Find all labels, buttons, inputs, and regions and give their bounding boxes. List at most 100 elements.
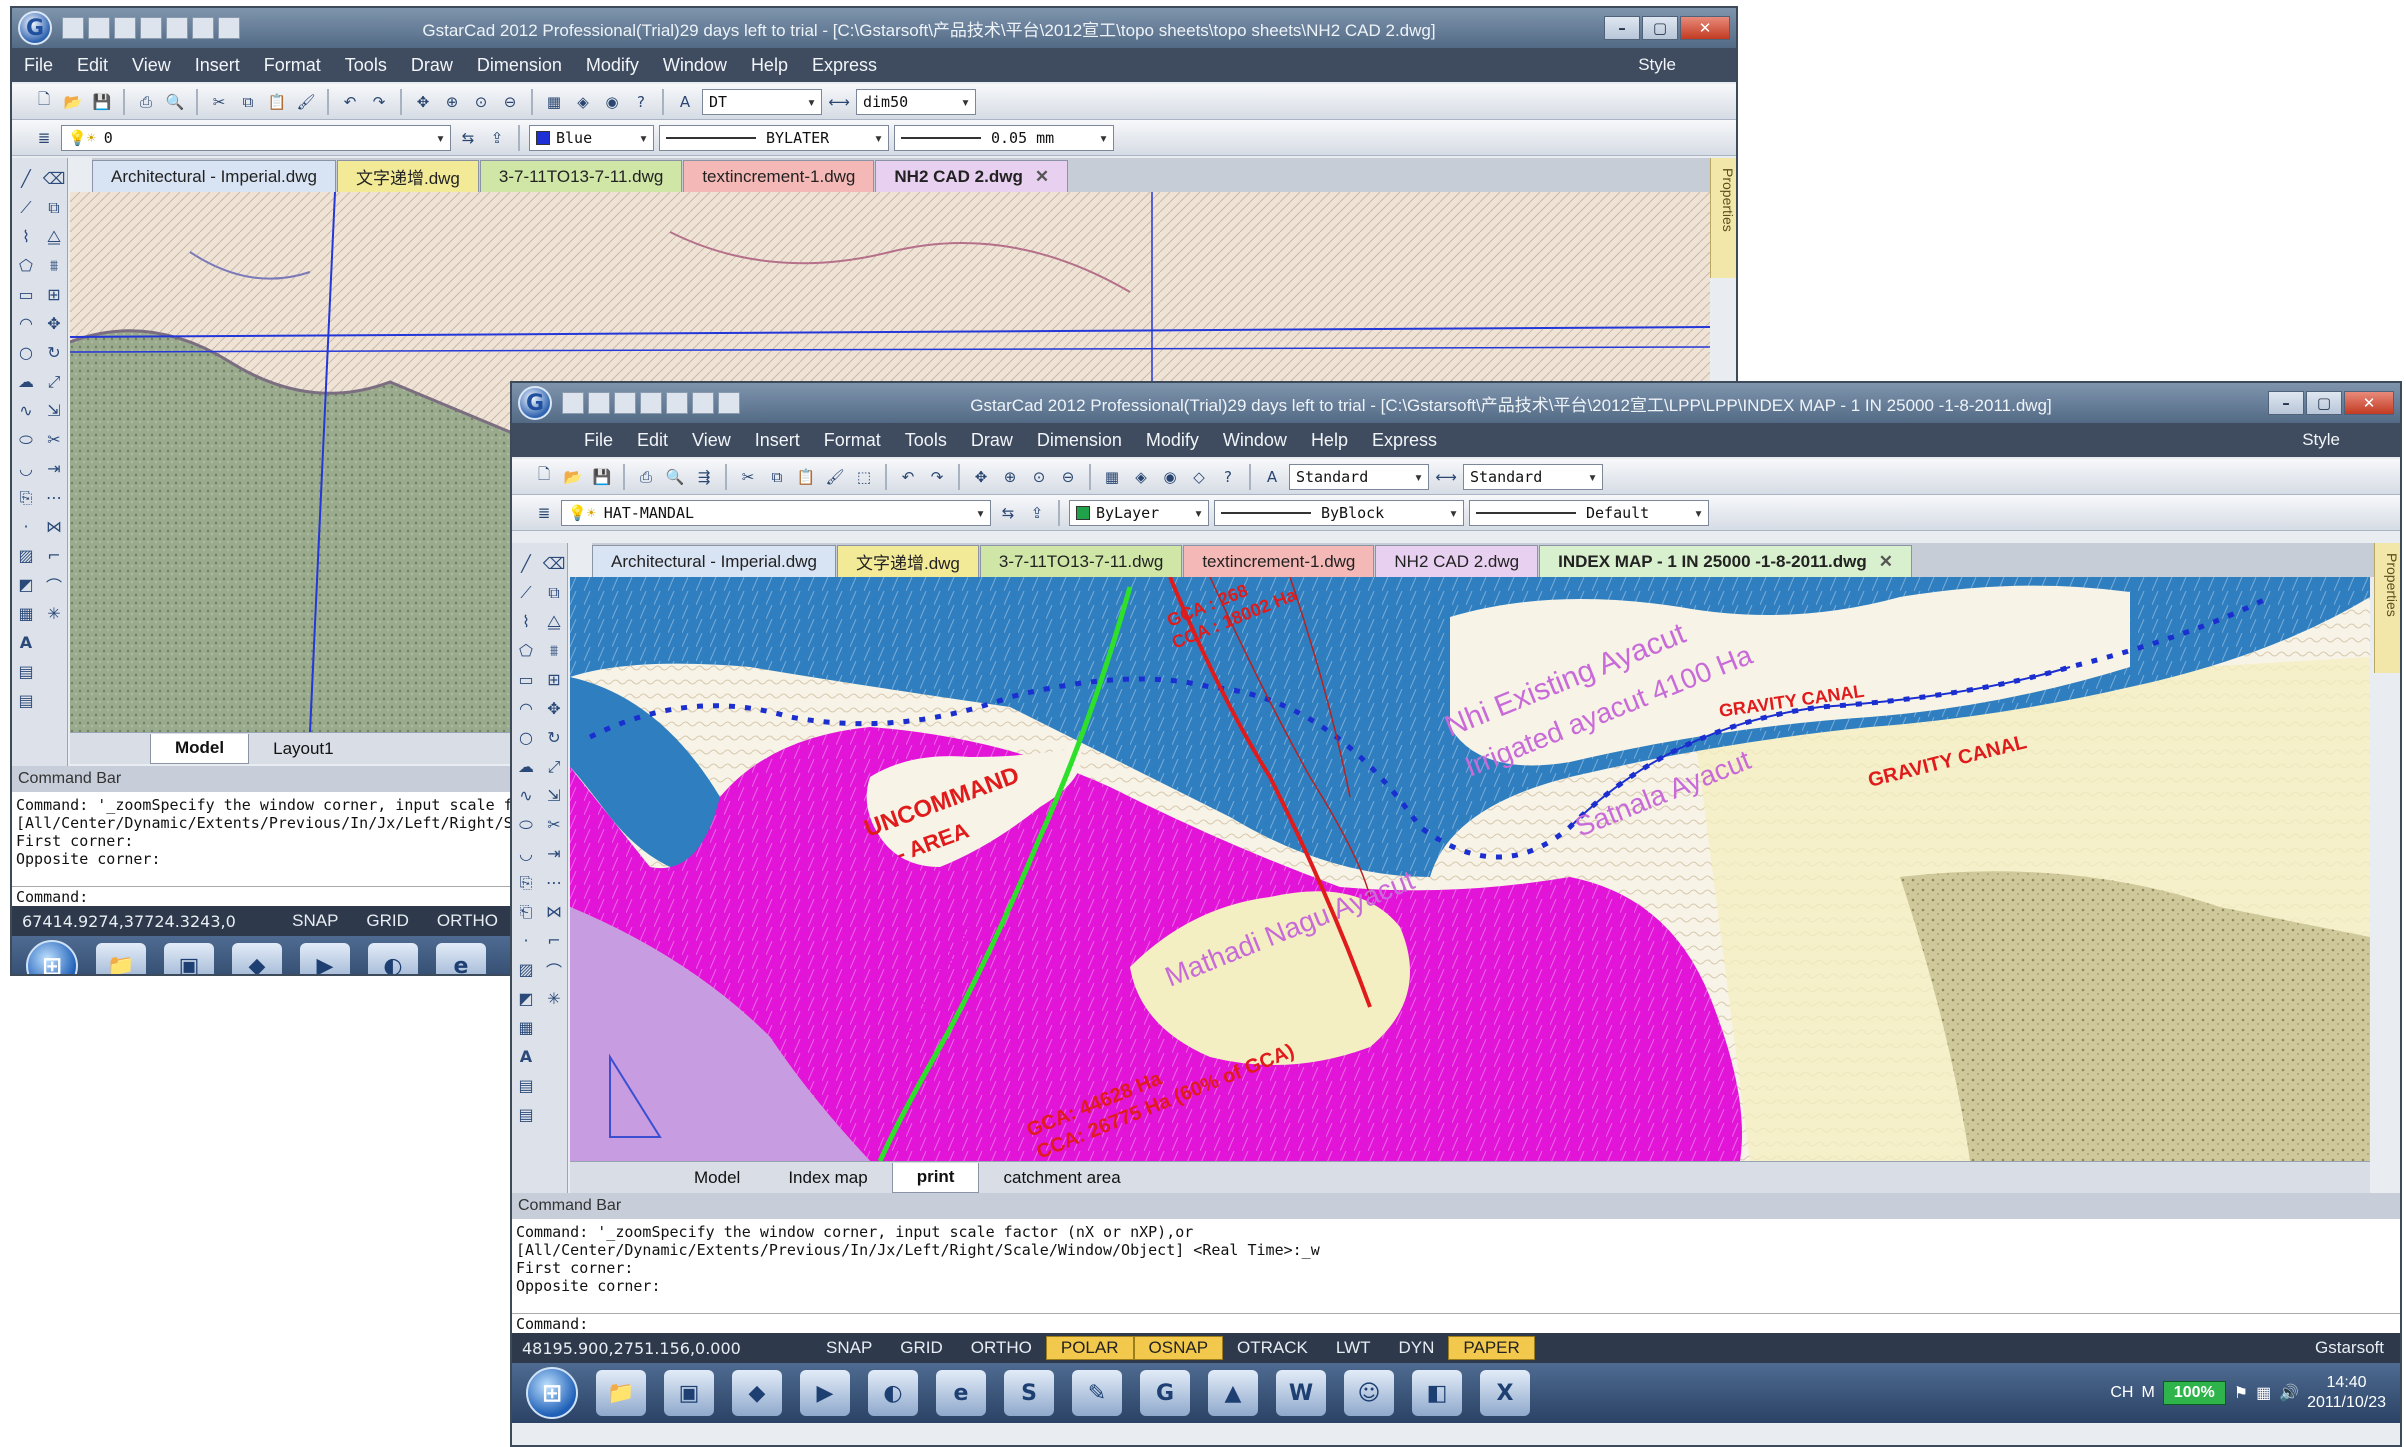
menu-window[interactable]: Window xyxy=(651,55,739,76)
new-icon[interactable]: 🗋 xyxy=(532,465,556,489)
layer-manager-icon[interactable]: ≣ xyxy=(32,126,56,150)
menu-dimension[interactable]: Dimension xyxy=(1025,430,1134,451)
design-center-icon[interactable]: ◈ xyxy=(571,90,595,114)
mirror-icon[interactable]: ⧋ xyxy=(47,227,61,247)
save-icon[interactable]: 💾 xyxy=(90,90,114,114)
save-icon[interactable] xyxy=(114,17,136,39)
polygon-icon[interactable]: ⬠ xyxy=(19,256,33,275)
xline-icon[interactable]: ⟋ xyxy=(520,583,531,603)
insert-block-icon[interactable]: ⎘ xyxy=(20,488,33,508)
excel-icon[interactable]: X xyxy=(1480,1370,1530,1416)
app-icon[interactable]: ▣ xyxy=(664,1370,714,1416)
saveas-icon[interactable] xyxy=(140,17,162,39)
design-center-icon[interactable]: ◈ xyxy=(1129,465,1153,489)
insert-block-icon[interactable]: ⎘ xyxy=(520,873,533,893)
rotate-icon[interactable]: ↻ xyxy=(47,343,60,362)
trim-icon[interactable]: ✂ xyxy=(547,815,560,834)
media-icon[interactable]: ▶ xyxy=(300,943,350,974)
stretch-icon[interactable]: ⇲ xyxy=(547,786,560,805)
back-properties-panel[interactable]: Properties xyxy=(1710,158,1736,278)
menu-modify[interactable]: Modify xyxy=(574,55,651,76)
gstarcad-logo-icon[interactable]: G xyxy=(518,386,552,420)
region-icon[interactable]: ◩ xyxy=(18,575,33,594)
mtext-icon[interactable]: A xyxy=(20,633,32,652)
lineweight-dropdown[interactable]: Default xyxy=(1469,499,1709,526)
print-icon[interactable] xyxy=(666,392,688,414)
line-icon[interactable]: ╱ xyxy=(21,169,31,188)
extend-icon[interactable]: ⇥ xyxy=(47,459,60,478)
snap-toggle[interactable]: SNAP xyxy=(278,909,352,933)
minimize-icon[interactable]: – xyxy=(2268,391,2304,415)
scale-icon[interactable]: ⤢ xyxy=(48,372,61,392)
grid-toggle[interactable]: GRID xyxy=(352,909,423,933)
layer-manager-icon[interactable]: ≣ xyxy=(532,501,556,525)
menu-dimension[interactable]: Dimension xyxy=(465,55,574,76)
tab-textincrement[interactable]: textincrement-1.dwg xyxy=(683,160,875,192)
explode-icon[interactable]: ✳ xyxy=(47,604,60,623)
tab-architectural[interactable]: Architectural - Imperial.dwg xyxy=(92,160,336,192)
paper-toggle[interactable]: PAPER xyxy=(1448,1336,1535,1360)
zoom-icon[interactable]: ⊕ xyxy=(440,90,464,114)
front-drawing-canvas[interactable]: UNCOMMAND - AREA GCA : 268 CCA : 18002 H… xyxy=(570,577,2370,1161)
battery-indicator[interactable]: 100% xyxy=(2162,1381,2226,1405)
flag-icon[interactable]: ⚑ xyxy=(2234,1383,2248,1403)
hatch-icon[interactable]: ▨ xyxy=(18,546,33,565)
print-icon[interactable]: ⎙ xyxy=(134,90,158,114)
tab-nh2-cad[interactable]: NH2 CAD 2.dwg ✕ xyxy=(875,160,1069,192)
cloud-icon[interactable]: ☁ xyxy=(18,372,34,391)
cloud-icon[interactable]: ☁ xyxy=(518,757,534,776)
layout-index-map[interactable]: Index map xyxy=(764,1163,891,1193)
print-icon[interactable] xyxy=(166,17,188,39)
extend-icon[interactable]: ⇥ xyxy=(547,844,560,863)
style-menu[interactable]: Style xyxy=(1638,55,1736,75)
tab-wenzi[interactable]: 文字递增.dwg xyxy=(336,160,479,192)
circle-icon[interactable]: ○ xyxy=(19,343,33,362)
dyn-toggle[interactable]: DYN xyxy=(1385,1336,1449,1360)
zoom-prev-icon[interactable]: ⊖ xyxy=(1056,465,1080,489)
point-icon[interactable]: · xyxy=(523,931,528,950)
snap-toggle[interactable]: SNAP xyxy=(812,1336,886,1360)
pan-icon[interactable]: ✥ xyxy=(969,465,993,489)
menu-modify[interactable]: Modify xyxy=(1134,430,1211,451)
layer-make-icon[interactable]: ⇪ xyxy=(1025,501,1049,525)
menu-help[interactable]: Help xyxy=(739,55,800,76)
open-icon[interactable]: 📂 xyxy=(61,90,85,114)
publish-icon[interactable] xyxy=(218,17,240,39)
mtext-icon[interactable]: A xyxy=(520,1047,532,1066)
layout-print[interactable]: print xyxy=(891,1162,980,1193)
gstarcad-logo-icon[interactable]: G xyxy=(18,11,52,45)
zoom-prev-icon[interactable]: ⊖ xyxy=(498,90,522,114)
save-icon[interactable] xyxy=(614,392,636,414)
erase-icon[interactable]: ⌫ xyxy=(43,169,66,188)
layer-prev-icon[interactable]: ⇆ xyxy=(456,126,480,150)
menu-express[interactable]: Express xyxy=(1360,430,1449,451)
menu-insert[interactable]: Insert xyxy=(743,430,812,451)
ortho-toggle[interactable]: ORTHO xyxy=(423,909,512,933)
start-button[interactable]: ⊞ xyxy=(526,1367,578,1419)
layout-catchment-area[interactable]: catchment area xyxy=(979,1163,1144,1193)
rectangle-icon[interactable]: ▭ xyxy=(518,670,533,689)
layout-layout1[interactable]: Layout1 xyxy=(249,734,358,764)
spline-icon[interactable]: ∿ xyxy=(19,401,32,420)
app3-icon[interactable]: ◐ xyxy=(868,1370,918,1416)
layer-make-icon[interactable]: ⇪ xyxy=(485,126,509,150)
scale-icon[interactable]: ⤢ xyxy=(548,757,561,777)
polyline-icon[interactable]: ⌇ xyxy=(22,227,30,246)
ortho-toggle[interactable]: ORTHO xyxy=(957,1336,1046,1360)
front-properties-panel[interactable]: Properties xyxy=(2374,543,2400,673)
undo-icon[interactable]: ↶ xyxy=(896,465,920,489)
close-icon[interactable]: ✕ xyxy=(1680,16,1730,40)
linetype-dropdown[interactable]: ByBlock xyxy=(1214,499,1464,526)
stretch-icon[interactable]: ⇲ xyxy=(47,401,60,420)
cut-icon[interactable]: ✂ xyxy=(207,90,231,114)
circle-icon[interactable]: ○ xyxy=(519,728,533,747)
paste-icon[interactable]: 📋 xyxy=(265,90,289,114)
skype-icon[interactable]: S xyxy=(1004,1370,1054,1416)
rotate-icon[interactable]: ↻ xyxy=(547,728,560,747)
menu-tools[interactable]: Tools xyxy=(893,430,959,451)
pan-icon[interactable]: ✥ xyxy=(411,90,435,114)
table-icon[interactable]: ▦ xyxy=(18,604,33,623)
app3-icon[interactable]: ◐ xyxy=(368,943,418,974)
offset-icon[interactable]: ⩩ xyxy=(50,256,59,276)
ime-icon[interactable]: M xyxy=(2141,1384,2154,1402)
